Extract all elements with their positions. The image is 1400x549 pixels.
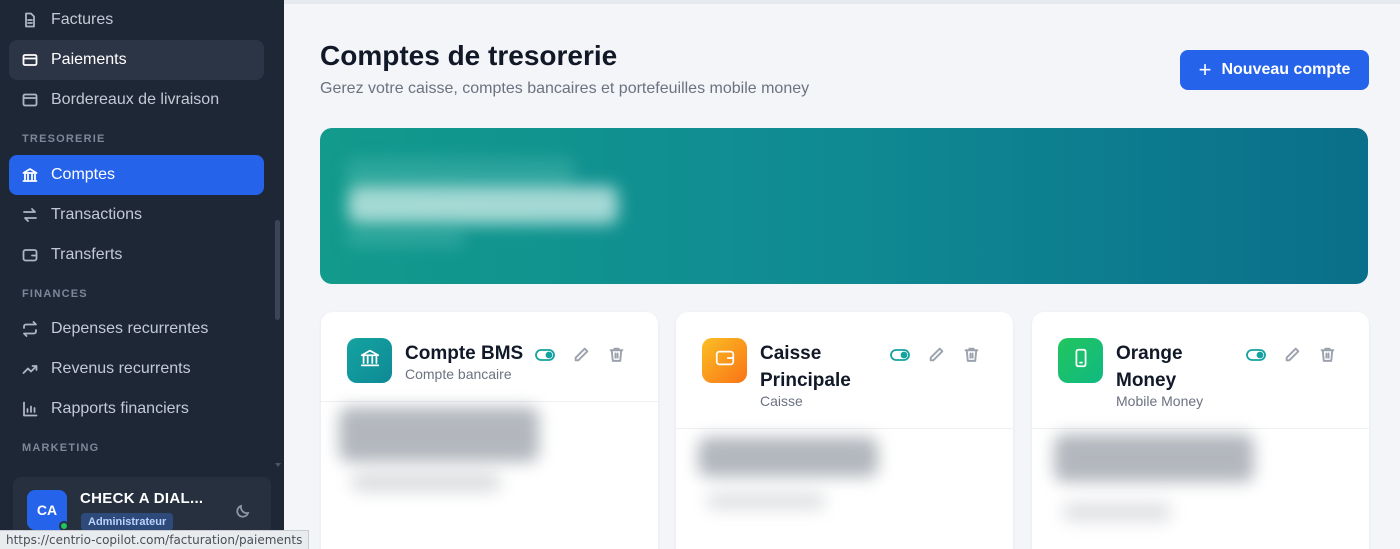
toggle-icon[interactable] — [890, 348, 910, 361]
box-icon — [22, 92, 38, 108]
account-name: Orange Money — [1116, 343, 1183, 391]
scroll-down-arrow[interactable] — [275, 463, 281, 467]
section-finances: FINANCES — [22, 288, 88, 300]
toggle-icon[interactable] — [535, 348, 555, 361]
sidebar-item-paiements[interactable]: Paiements — [9, 40, 264, 80]
blurred-banner-caption — [345, 230, 465, 246]
section-tresorerie: TRESORERIE — [22, 133, 106, 145]
wallet-icon — [714, 347, 736, 374]
sidebar-item-label: Paiements — [51, 51, 127, 68]
trend-up-icon — [22, 361, 38, 377]
bank-icon — [22, 167, 38, 183]
page-subtitle: Gerez votre caisse, comptes bancaires et… — [320, 80, 810, 97]
sidebar-item-factures[interactable]: Factures — [9, 0, 264, 40]
bar-chart-icon — [22, 401, 38, 417]
account-type: Caisse — [760, 393, 803, 409]
new-account-button[interactable]: + Nouveau compte — [1180, 50, 1369, 90]
blurred-details — [1062, 502, 1172, 522]
sidebar: Factures Paiements Bordereaux de livrais… — [0, 0, 284, 549]
top-divider — [284, 0, 1400, 4]
plus-icon: + — [1198, 57, 1212, 82]
card-icon — [22, 52, 38, 68]
sidebar-item-label: Factures — [51, 11, 114, 28]
total-balance-banner — [320, 128, 1368, 284]
toggle-icon[interactable] — [1246, 348, 1266, 361]
sidebar-item-label: Rapports financiers — [51, 400, 189, 417]
sidebar-item-rapports[interactable]: Rapports financiers — [9, 389, 264, 429]
page-title: Comptes de tresorerie — [320, 40, 618, 71]
sidebar-item-label: Comptes — [51, 166, 116, 183]
file-icon — [22, 12, 38, 28]
account-actions — [890, 346, 998, 363]
sidebar-item-bordereaux[interactable]: Bordereaux de livraison — [9, 80, 264, 120]
blurred-balance — [1054, 434, 1254, 482]
account-card-caisse[interactable]: Caisse Principale Caisse — [676, 312, 1013, 549]
edit-icon[interactable] — [1284, 346, 1301, 363]
trash-icon[interactable] — [1319, 346, 1336, 363]
sidebar-item-revenus[interactable]: Revenus recurrents — [9, 349, 264, 389]
section-marketing: MARKETING — [22, 442, 100, 454]
edit-icon[interactable] — [928, 346, 945, 363]
blurred-details — [706, 492, 826, 510]
moon-icon[interactable] — [235, 503, 251, 519]
account-actions — [1246, 346, 1354, 363]
sidebar-item-label: Transactions — [51, 206, 142, 223]
sidebar-item-comptes[interactable]: Comptes — [9, 155, 264, 195]
sidebar-item-transactions[interactable]: Transactions — [9, 195, 264, 235]
phone-icon — [1070, 347, 1092, 374]
sidebar-item-transferts[interactable]: Transferts — [9, 235, 264, 275]
new-account-label: Nouveau compte — [1221, 61, 1351, 78]
trash-icon[interactable] — [608, 346, 625, 363]
bank-icon — [359, 347, 381, 374]
swap-icon — [22, 207, 38, 223]
edit-icon[interactable] — [573, 346, 590, 363]
account-card-orange-money[interactable]: Orange Money Mobile Money — [1032, 312, 1369, 549]
repeat-icon — [22, 321, 38, 337]
user-name: CHECK A DIAL... — [80, 490, 204, 507]
account-name: Compte BMS — [405, 343, 524, 364]
card-divider — [321, 401, 658, 402]
account-type: Mobile Money — [1116, 393, 1204, 409]
account-actions — [535, 346, 643, 363]
role-badge: Administrateur — [81, 513, 174, 531]
account-icon — [702, 338, 747, 383]
account-card-bms[interactable]: Compte BMS Compte bancaire — [321, 312, 658, 549]
sidebar-item-depenses[interactable]: Depenses recurrentes — [9, 309, 264, 349]
wallet-icon — [22, 247, 38, 263]
blurred-balance — [339, 407, 539, 462]
sidebar-item-label: Depenses recurrentes — [51, 320, 209, 337]
blurred-balance — [698, 437, 878, 477]
blurred-banner-amount — [348, 186, 618, 224]
card-divider — [1032, 428, 1369, 429]
sidebar-item-label: Transferts — [51, 246, 123, 263]
sidebar-scrollbar[interactable] — [275, 220, 280, 320]
blurred-details — [351, 472, 501, 492]
status-bar-url: https://centrio-copilot.com/facturation/… — [0, 530, 310, 549]
blurred-banner-label — [345, 158, 575, 188]
sidebar-item-label: Revenus recurrents — [51, 360, 191, 377]
sidebar-item-label: Bordereaux de livraison — [51, 91, 220, 108]
account-type: Compte bancaire — [405, 366, 512, 382]
account-icon — [347, 338, 392, 383]
trash-icon[interactable] — [963, 346, 980, 363]
account-name: Caisse Principale — [760, 343, 851, 391]
card-divider — [676, 428, 1013, 429]
account-icon — [1058, 338, 1103, 383]
